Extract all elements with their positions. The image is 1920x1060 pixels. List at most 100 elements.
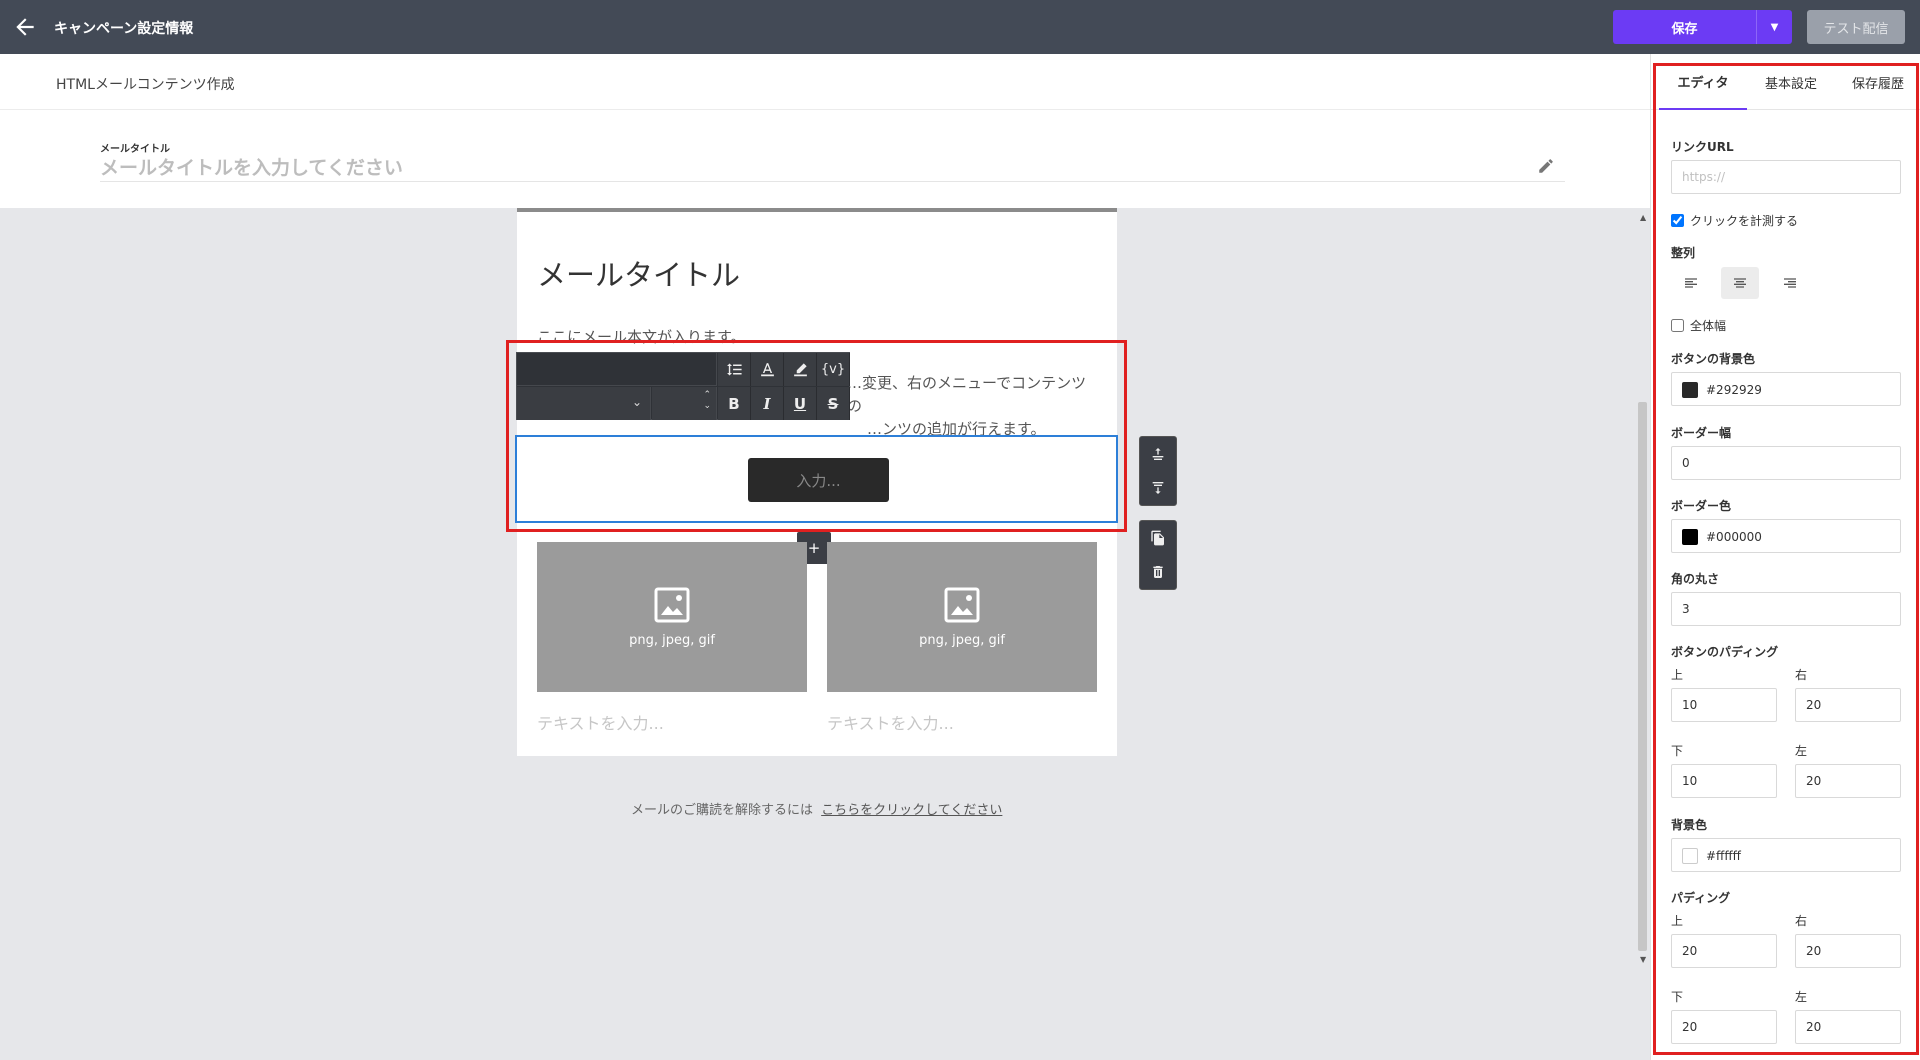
color-value: #292929 [1706, 383, 1762, 397]
button-bg-color-field[interactable]: #292929 [1671, 372, 1901, 406]
email-body-text[interactable]: ここにメール本文が入ります。 [537, 326, 746, 347]
image-placeholder-left[interactable]: png, jpeg, gif [537, 542, 807, 692]
link-url-label: リンクURL [1671, 140, 1734, 154]
italic-label: I [763, 394, 771, 413]
scroll-down-icon[interactable]: ▼ [1640, 955, 1646, 964]
button-padding-right-input[interactable] [1795, 688, 1901, 722]
tab-basic-settings[interactable]: 基本設定 [1747, 54, 1835, 110]
button-padding-top-input[interactable] [1671, 688, 1777, 722]
color-value: #000000 [1706, 530, 1762, 544]
underline-label: U [793, 394, 807, 413]
settings-panel: エディタ 基本設定 保存履歴 リンクURL クリックを計測する 整列 全体幅 ボ… [1650, 54, 1920, 1060]
align-left-icon[interactable] [1672, 267, 1710, 299]
padding-left-label: 左 [1795, 990, 1808, 1004]
button-padding-left-input[interactable] [1795, 764, 1901, 798]
align-right-icon[interactable] [1771, 267, 1809, 299]
bold-label: B [728, 394, 740, 413]
underline-button[interactable]: U [784, 387, 817, 420]
color-swatch [1682, 848, 1698, 864]
button-padding-label: ボタンのパディング [1671, 645, 1779, 659]
test-send-button[interactable]: テスト配信 [1807, 10, 1905, 44]
move-actions [1139, 436, 1177, 506]
background-color-label: 背景色 [1671, 818, 1708, 832]
move-down-icon[interactable] [1140, 471, 1176, 505]
track-clicks-row[interactable]: クリックを計測する [1671, 212, 1798, 229]
move-up-icon[interactable] [1140, 437, 1176, 471]
mail-title-area: メールタイトル [0, 110, 1650, 208]
border-width-input[interactable] [1671, 446, 1901, 480]
page-title: HTMLメールコンテンツ作成 [56, 77, 235, 93]
unsubscribe-text: メールのご購読を解除するには [631, 803, 814, 818]
copy-icon[interactable] [1140, 521, 1176, 555]
tab-save-history[interactable]: 保存履歴 [1835, 54, 1920, 110]
padding-bottom-label: 下 [1671, 990, 1684, 1004]
mail-title-input[interactable] [100, 154, 1565, 182]
full-width-checkbox[interactable] [1671, 319, 1684, 332]
image-caption: png, jpeg, gif [919, 632, 1005, 648]
padding-right-input[interactable] [1795, 934, 1901, 968]
font-select[interactable]: ⌄ [517, 387, 651, 420]
button-bg-label: ボタンの背景色 [1671, 352, 1756, 366]
pencil-icon[interactable] [1537, 157, 1555, 175]
variable-label: {v} [820, 362, 846, 377]
strike-label: S [827, 394, 839, 413]
radius-label: 角の丸さ [1671, 572, 1720, 586]
full-width-label: 全体幅 [1690, 319, 1727, 333]
variable-insert-button[interactable]: {v} [817, 353, 850, 386]
link-url-input[interactable] [1671, 160, 1901, 194]
button-padding-bottom-input[interactable] [1671, 764, 1777, 798]
full-width-row[interactable]: 全体幅 [1671, 317, 1726, 334]
track-clicks-checkbox[interactable] [1671, 214, 1684, 227]
scrollbar-thumb[interactable] [1638, 402, 1647, 951]
save-button[interactable]: 保存 [1613, 10, 1756, 44]
highlight-icon[interactable] [784, 353, 817, 386]
align-label: 整列 [1671, 246, 1696, 260]
text-placeholder-left[interactable]: テキストを入力... [537, 710, 664, 734]
color-swatch [1682, 382, 1698, 398]
text-placeholder-right[interactable]: テキストを入力... [827, 710, 954, 734]
padding-top-input[interactable] [1671, 934, 1777, 968]
trash-icon[interactable] [1140, 555, 1176, 589]
scroll-up-icon[interactable]: ▲ [1640, 213, 1646, 222]
image-icon [944, 587, 980, 623]
bold-button[interactable]: B [718, 387, 751, 420]
chevron-down-icon: ⌄ [631, 395, 642, 409]
align-center-icon[interactable] [1721, 267, 1759, 299]
panel-tabs: エディタ 基本設定 保存履歴 [1651, 54, 1920, 110]
tab-editor[interactable]: エディタ [1659, 54, 1747, 110]
top-bar: キャンペーン設定情報 保存 ▼ テスト配信 [0, 0, 1920, 54]
border-width-label: ボーダー幅 [1671, 426, 1732, 440]
padding-label: パディング [1671, 891, 1731, 905]
padding-bottom-label: 下 [1671, 744, 1684, 758]
color-swatch [1682, 529, 1698, 545]
spinner-icon: ⌃ ⌄ [703, 390, 711, 411]
strikethrough-button[interactable]: S [817, 387, 850, 420]
padding-bottom-input[interactable] [1671, 1010, 1777, 1044]
font-size-stepper[interactable]: ⌃ ⌄ [652, 387, 717, 420]
padding-left-input[interactable] [1795, 1010, 1901, 1044]
border-color-field[interactable]: #000000 [1671, 519, 1901, 553]
line-height-icon[interactable] [718, 353, 751, 386]
padding-left-label: 左 [1795, 744, 1808, 758]
email-cta-button[interactable]: 入力... [748, 458, 889, 502]
email-heading[interactable]: メールタイトル [537, 252, 740, 294]
padding-right-label: 右 [1795, 668, 1808, 682]
italic-button[interactable]: I [751, 387, 784, 420]
radius-input[interactable] [1671, 592, 1901, 626]
border-color-label: ボーダー色 [1671, 499, 1732, 513]
save-dropdown-button[interactable]: ▼ [1756, 10, 1792, 44]
caret-down-icon: ▼ [1770, 21, 1779, 33]
back-arrow-icon[interactable] [12, 14, 38, 40]
padding-top-label: 上 [1671, 668, 1684, 682]
background-color-field[interactable]: #ffffff [1671, 838, 1901, 872]
content-header: HTMLメールコンテンツ作成 [0, 54, 1650, 110]
unsubscribe-footer: メールのご購読を解除するには こちらをクリックしてください [631, 799, 1002, 818]
unsubscribe-link[interactable]: こちらをクリックしてください [821, 803, 1002, 818]
font-family-field[interactable] [517, 353, 717, 386]
button-block-selected[interactable]: 入力... [515, 435, 1118, 523]
image-icon [654, 587, 690, 623]
text-color-icon[interactable] [751, 353, 784, 386]
image-caption: png, jpeg, gif [629, 632, 715, 648]
image-placeholder-right[interactable]: png, jpeg, gif [827, 542, 1097, 692]
save-button-group: 保存 ▼ [1613, 10, 1792, 44]
